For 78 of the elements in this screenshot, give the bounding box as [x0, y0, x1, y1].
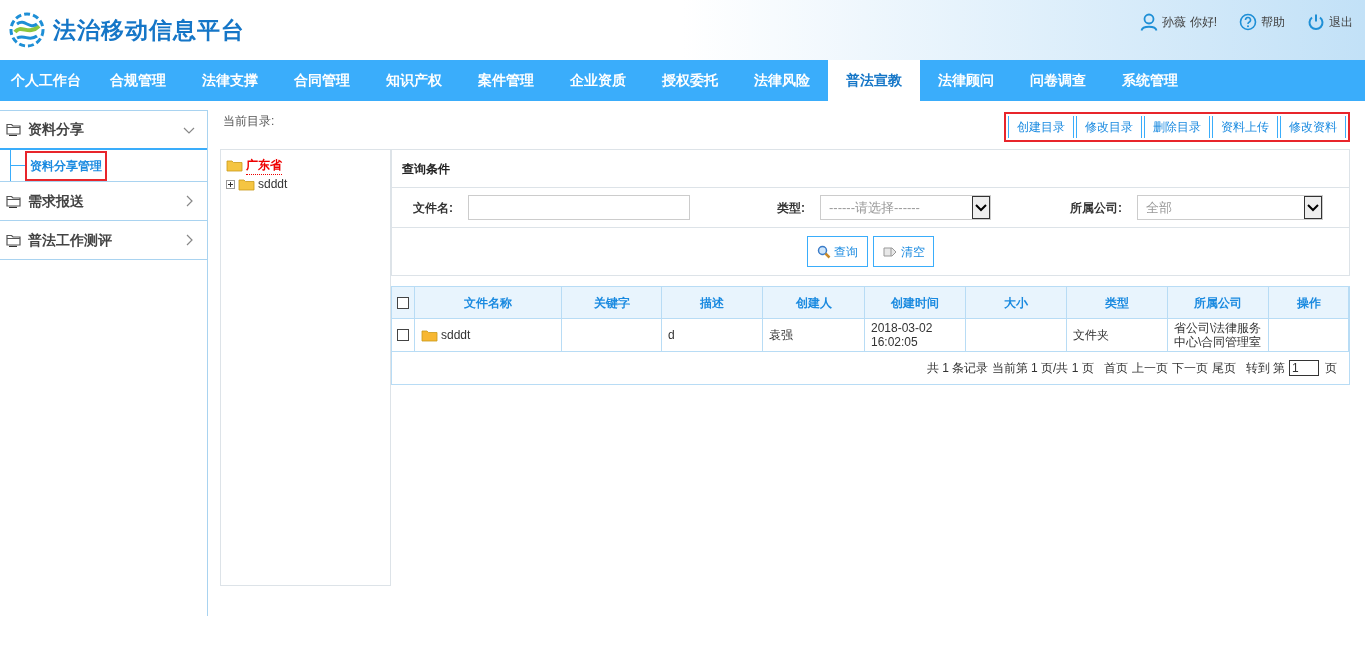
dropdown-icon — [1304, 196, 1322, 219]
nav-tab[interactable]: 授权委托 — [644, 60, 736, 101]
toolbar-button[interactable]: 修改目录 — [1076, 116, 1142, 138]
select-field[interactable]: ------请选择------ — [820, 195, 991, 220]
help-link[interactable]: 帮助 — [1239, 13, 1285, 31]
folder-icon — [238, 177, 255, 191]
folder-icon — [6, 233, 21, 247]
table-cell: 文件夹 — [1067, 319, 1168, 352]
help-icon — [1239, 13, 1257, 31]
field-label: 文件名: — [412, 199, 454, 217]
page-unit: 页 — [1325, 360, 1337, 377]
toolbar-button[interactable]: 资料上传 — [1212, 116, 1278, 138]
field-label: 所属公司: — [1069, 199, 1123, 217]
column-header: 类型 — [1067, 287, 1168, 319]
folder-icon — [6, 194, 21, 208]
nav-tab[interactable]: 合规管理 — [92, 60, 184, 101]
sidebar-item[interactable]: 需求报送 — [0, 182, 207, 221]
column-header: 创建时间 — [865, 287, 966, 319]
field-label: 类型: — [776, 199, 806, 217]
nav-tab[interactable]: 系统管理 — [1104, 60, 1196, 101]
column-header: 创建人 — [763, 287, 865, 319]
expand-icon[interactable] — [226, 179, 235, 189]
nav-tab[interactable]: 案件管理 — [460, 60, 552, 101]
user-greeting[interactable]: 孙薇 你好! — [1140, 13, 1217, 31]
pagination-summary: 共 1 条记录 当前第 1 页/共 1 页 — [926, 360, 1094, 377]
filename-input[interactable] — [468, 195, 690, 220]
toolbar-button[interactable]: 删除目录 — [1144, 116, 1210, 138]
column-header: 所属公司 — [1168, 287, 1269, 319]
eraser-icon — [882, 244, 898, 259]
nav-tab[interactable]: 问卷调查 — [1012, 60, 1104, 101]
sidebar-subitem[interactable]: 资料分享管理 — [25, 150, 107, 181]
nav-tab[interactable]: 个人工作台 — [0, 60, 92, 101]
table-cell: d — [662, 319, 763, 352]
folder-icon — [6, 123, 21, 136]
table-cell: 袁强 — [763, 319, 865, 352]
column-header: 描述 — [662, 287, 763, 319]
nav-tab[interactable]: 合同管理 — [276, 60, 368, 101]
toolbar-button[interactable]: 修改资料 — [1280, 116, 1346, 138]
goto-label: 转到 第 — [1245, 360, 1285, 377]
query-title: 查询条件 — [392, 150, 1349, 188]
nav-tab[interactable]: 企业资质 — [552, 60, 644, 101]
clear-button[interactable]: 清空 — [873, 236, 934, 267]
folder-icon — [421, 328, 438, 342]
column-header: 大小 — [966, 287, 1067, 319]
nav-tab[interactable]: 法律支撑 — [184, 60, 276, 101]
column-header: 文件名称 — [415, 287, 562, 319]
file-name: sdddt — [441, 328, 471, 342]
search-button[interactable]: 查询 — [807, 236, 868, 267]
checkbox[interactable] — [397, 296, 409, 309]
app-title: 法治移动信息平台 — [53, 15, 245, 45]
table-cell: 省公司\法律服务中心\合同管理室 — [1168, 319, 1269, 352]
tree-node[interactable]: sdddt — [226, 175, 288, 193]
column-header: 操作 — [1269, 287, 1349, 319]
tree-node[interactable]: 广东省 — [226, 156, 282, 175]
current-directory-label: 当前目录: — [223, 113, 275, 130]
sidebar-item[interactable]: 资料分享 — [0, 111, 207, 150]
column-header: 关键字 — [562, 287, 662, 319]
folder-icon — [226, 159, 243, 172]
pagination-link[interactable]: 尾页 — [1211, 359, 1236, 377]
nav-tab[interactable]: 法律顾问 — [920, 60, 1012, 101]
nav-tab[interactable]: 普法宣教 — [828, 60, 920, 101]
dropdown-icon — [972, 196, 990, 219]
pagination-link[interactable]: 首页 — [1103, 359, 1128, 377]
nav-tab[interactable]: 法律风险 — [736, 60, 828, 101]
pagination-link[interactable]: 上一页 — [1131, 359, 1168, 377]
search-icon — [817, 244, 831, 259]
select-field[interactable]: 全部 — [1137, 195, 1323, 220]
checkbox[interactable] — [397, 329, 409, 341]
user-icon — [1140, 13, 1159, 31]
logo-icon — [9, 12, 45, 48]
power-icon — [1307, 13, 1325, 31]
page-input[interactable]: 1 — [1289, 360, 1319, 376]
nav-tab[interactable]: 知识产权 — [368, 60, 460, 101]
sidebar-item[interactable]: 普法工作测评 — [0, 221, 207, 260]
pagination-link[interactable]: 下一页 — [1171, 359, 1208, 377]
toolbar-button[interactable]: 创建目录 — [1008, 116, 1074, 138]
logout-link[interactable]: 退出 — [1307, 13, 1353, 31]
table-cell: 2018-03-02 16:02:05 — [865, 319, 966, 352]
